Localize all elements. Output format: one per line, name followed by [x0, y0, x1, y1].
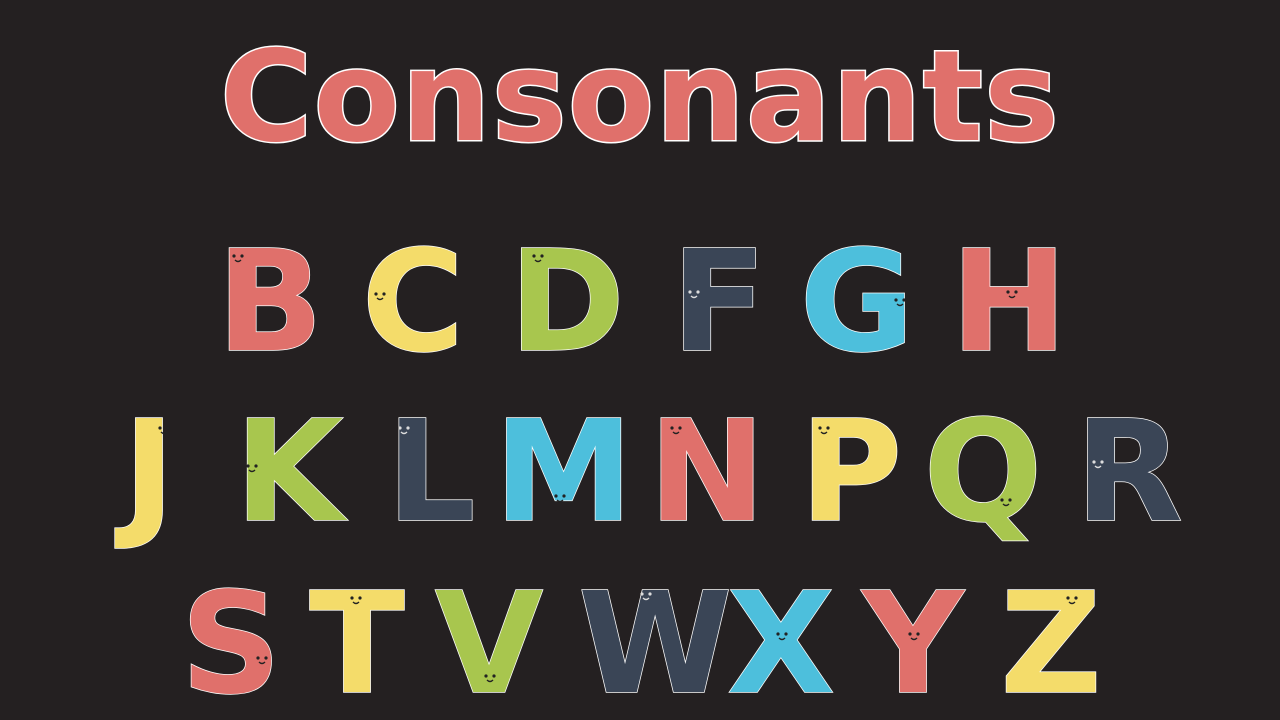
letter-y: Y	[862, 563, 965, 720]
letter-f: F	[670, 221, 767, 384]
letter-t: T	[309, 563, 406, 720]
letter-w: W	[577, 563, 733, 720]
letter-s: S	[180, 563, 282, 720]
letter-row-1: B C D F G H	[0, 221, 1280, 384]
letter-j: J	[122, 391, 176, 554]
letter-h: H	[950, 221, 1069, 384]
letter-b: B	[216, 221, 324, 384]
letter-m: M	[493, 391, 634, 554]
consonants-slide: Consonants B C D F G H J K L M N P Q R S…	[0, 0, 1280, 720]
letter-d: D	[508, 221, 626, 384]
letter-x: X	[726, 563, 835, 720]
letter-v: V	[434, 563, 544, 720]
letter-z: Z	[999, 563, 1102, 720]
letter-p: P	[799, 391, 903, 554]
letter-r: R	[1074, 391, 1183, 554]
letter-n: N	[648, 391, 767, 554]
letter-l: L	[386, 391, 477, 554]
letter-g: G	[799, 221, 915, 384]
page-title: Consonants	[219, 22, 1061, 172]
letter-q: Q	[923, 391, 1044, 554]
letter-k: K	[234, 391, 344, 554]
letter-row-2: J K L M N P Q R	[0, 391, 1280, 554]
letter-row-3: S T V W X Y Z	[0, 563, 1280, 720]
letter-c: C	[361, 221, 465, 384]
